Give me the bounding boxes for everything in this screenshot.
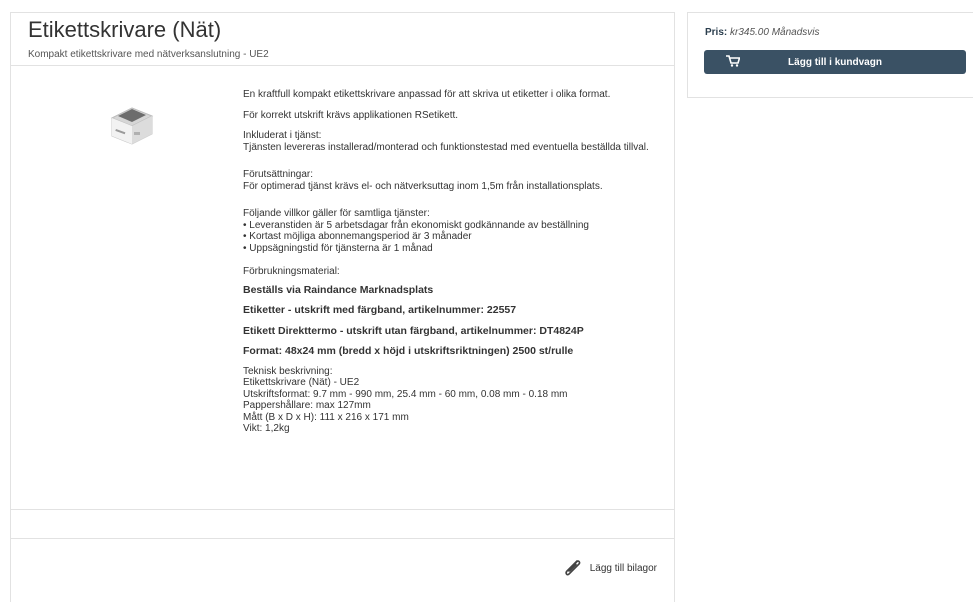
add-attachments-button[interactable]: Lägg till bilagor	[562, 558, 657, 578]
description-intro: En kraftfull kompakt etikettskrivare anp…	[243, 89, 611, 100]
order-panel: Pris: kr345.00 Månadsvis Lägg till i kun…	[687, 12, 973, 98]
cart-icon	[726, 55, 740, 67]
attachments-row: Lägg till bilagor	[11, 539, 674, 599]
included-text: Tjänsten levereras installerad/monterad …	[243, 141, 649, 153]
consumables-heading: Förbrukningsmaterial:	[243, 266, 340, 277]
terms-heading: Följande villkor gäller för samtliga tjä…	[243, 208, 430, 219]
page-title: Etikettskrivare (Nät)	[28, 17, 222, 42]
add-attachments-label: Lägg till bilagor	[589, 562, 657, 574]
product-heading: Etikettskrivare (Nät) Kompakt etikettskr…	[11, 13, 674, 66]
tech-line: Etikettskrivare (Nät) - UE2	[243, 377, 360, 388]
product-panel: Etikettskrivare (Nät) Kompakt etikettskr…	[10, 12, 675, 602]
add-to-cart-button[interactable]: Lägg till i kundvagn	[704, 50, 966, 74]
page-subtitle: Kompakt etikettskrivare med nätverksansl…	[28, 49, 269, 60]
terms-item: • Leveranstiden är 5 arbetsdagar från ek…	[243, 219, 589, 231]
product-body: En kraftfull kompakt etikettskrivare anp…	[11, 66, 674, 510]
label-printer-image	[110, 107, 154, 145]
consumables-line: Format: 48x24 mm (bredd x höjd i utskrif…	[243, 345, 574, 357]
price-value: kr345.00 Månadsvis	[730, 27, 820, 38]
consumables-line: Etikett Direkttermo - utskrift utan färg…	[243, 324, 584, 337]
consumables-line: Beställs via Raindance Marknadsplats	[243, 283, 434, 296]
tech-line: Pappershållare: max 127mm	[243, 400, 371, 411]
price-line: Pris: kr345.00 Månadsvis	[705, 27, 820, 38]
tech-line: Utskriftsformat: 9.7 mm - 990 mm, 25.4 m…	[243, 388, 568, 400]
description-app-note: För korrekt utskrift krävs applikationen…	[243, 109, 459, 121]
add-to-cart-label: Lägg till i kundvagn	[788, 56, 882, 68]
prereq-heading: Förutsättningar:	[243, 169, 314, 180]
paperclip-icon	[565, 560, 581, 576]
consumables-line: Etiketter - utskrift med färgband, artik…	[243, 304, 517, 316]
terms-item: • Kortast möjliga abonnemangsperiod är 3…	[243, 231, 472, 242]
tech-line: Vikt: 1,2kg	[243, 423, 290, 434]
product-description: En kraftfull kompakt etikettskrivare anp…	[243, 89, 663, 435]
price-label: Pris:	[705, 27, 728, 38]
prereq-text: För optimerad tjänst krävs el- och nätve…	[243, 180, 603, 192]
tech-line: Mått (B x D x H): 111 x 216 x 171 mm	[243, 411, 409, 423]
tech-heading: Teknisk beskrivning:	[243, 365, 333, 377]
included-heading: Inkluderat i tjänst:	[243, 130, 322, 141]
spacer-row	[11, 510, 674, 539]
terms-item: • Uppsägningstid för tjänsterna är 1 mån…	[243, 242, 433, 254]
